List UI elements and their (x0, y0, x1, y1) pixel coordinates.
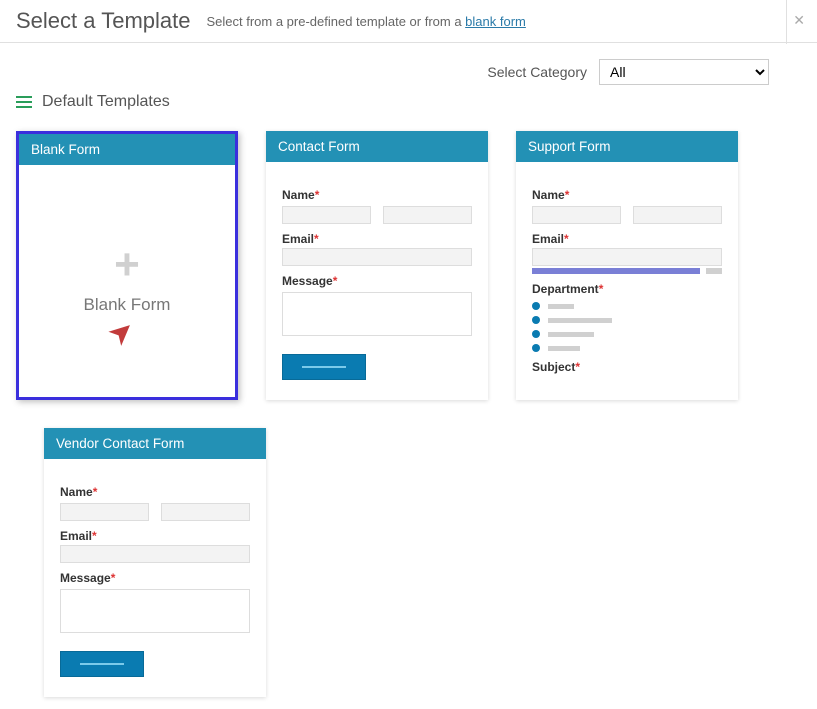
field-input (282, 206, 371, 224)
card-title: Blank Form (19, 134, 235, 165)
field-label-message: Message* (282, 274, 472, 288)
field-label-email: Email* (60, 529, 250, 543)
field-label-email: Email* (532, 232, 722, 246)
category-select[interactable]: All (599, 59, 769, 85)
progress-preview (532, 268, 722, 274)
template-grid: Blank Form + Blank Form ➤ Contact Form N… (0, 119, 817, 709)
template-card-blank[interactable]: Blank Form + Blank Form ➤ (16, 131, 238, 400)
close-button[interactable]: ✕ (789, 8, 809, 33)
cursor-arrow-icon: ➤ (101, 311, 143, 354)
header-separator (786, 0, 787, 44)
field-label-email: Email* (282, 232, 472, 246)
field-label-department: Department* (532, 282, 722, 296)
blank-form-link[interactable]: blank form (465, 14, 526, 29)
card-body: Name* Email* Message* (266, 162, 488, 400)
dialog-title: Select a Template (16, 8, 190, 34)
field-textarea (60, 589, 250, 633)
card-body: Name* Email* Message* (44, 459, 266, 697)
category-label: Select Category (487, 64, 587, 80)
submit-button-preview (60, 651, 144, 677)
section-title: Default Templates (42, 93, 170, 111)
field-input (633, 206, 722, 224)
template-card-support[interactable]: Support Form Name* Email* Department* Su… (516, 131, 738, 400)
field-input (383, 206, 472, 224)
section-header: Default Templates (0, 93, 817, 119)
field-input (532, 206, 621, 224)
card-body: + Blank Form ➤ (19, 165, 235, 395)
radio-option (532, 330, 722, 338)
hamburger-icon[interactable] (16, 96, 32, 108)
radio-option (532, 302, 722, 310)
radio-option (532, 316, 722, 324)
field-label-subject: Subject* (532, 360, 722, 374)
card-body: Name* Email* Department* Subject* (516, 162, 738, 394)
field-input (60, 545, 250, 563)
card-title: Vendor Contact Form (44, 428, 266, 459)
field-input (282, 248, 472, 266)
dialog-header: Select a Template Select from a pre-defi… (0, 0, 817, 43)
field-label-name: Name* (60, 485, 250, 499)
submit-button-preview (282, 354, 366, 380)
template-card-contact[interactable]: Contact Form Name* Email* Message* (266, 131, 488, 400)
dialog-subtitle: Select from a pre-defined template or fr… (206, 14, 525, 29)
blank-form-label: Blank Form (84, 295, 171, 315)
field-label-name: Name* (282, 188, 472, 202)
field-textarea (282, 292, 472, 336)
field-input (60, 503, 149, 521)
field-label-message: Message* (60, 571, 250, 585)
plus-icon: + (114, 243, 140, 287)
field-input (161, 503, 250, 521)
card-title: Support Form (516, 131, 738, 162)
field-label-name: Name* (532, 188, 722, 202)
subtitle-text: Select from a pre-defined template or fr… (206, 14, 465, 29)
radio-option (532, 344, 722, 352)
card-title: Contact Form (266, 131, 488, 162)
category-controls: Select Category All (0, 43, 817, 93)
field-input (532, 248, 722, 266)
template-card-vendor[interactable]: Vendor Contact Form Name* Email* Message… (44, 428, 266, 697)
